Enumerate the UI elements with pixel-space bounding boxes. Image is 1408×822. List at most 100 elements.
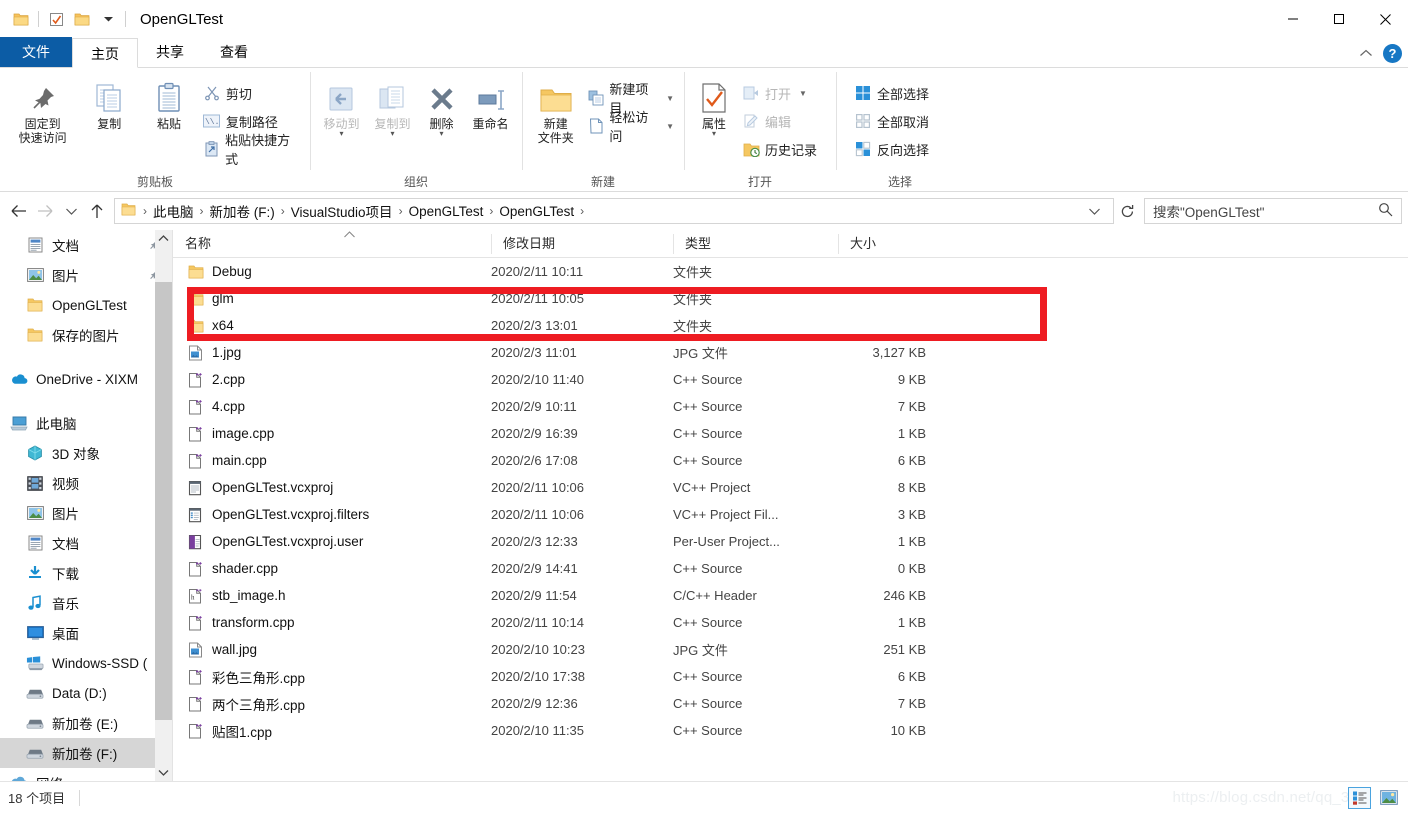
file-name-cell[interactable]: transform.cpp [173, 614, 491, 631]
refresh-button[interactable] [1114, 198, 1140, 224]
sidebar-item-5[interactable]: OneDrive - XIXM [0, 364, 172, 394]
properties-chevron-down-icon[interactable]: ▾ [712, 130, 716, 138]
copy-to-button[interactable]: 复制到 ▾ [367, 74, 418, 138]
table-row[interactable]: transform.cpp 2020/2/11 10:14 C++ Source 1 … [173, 609, 1408, 636]
sidebar-item-2[interactable]: OpenGLTest [0, 290, 172, 320]
column-header-date[interactable]: 修改日期 [491, 230, 673, 258]
minimize-button[interactable] [1270, 0, 1316, 38]
table-row[interactable]: Debug 2020/2/11 10:11 文件夹 [173, 258, 1408, 285]
thumbnails-view-button[interactable] [1377, 787, 1400, 809]
file-name-cell[interactable]: OpenGLTest.vcxproj [173, 479, 491, 496]
table-row[interactable]: 4.cpp 2020/2/9 10:11 C++ Source 7 KB [173, 393, 1408, 420]
navigation-pane[interactable]: 文档 图片 OpenGLTest 保存的图片 OneDrive - XIXM 此电脑 3D … [0, 230, 172, 781]
table-row[interactable]: 贴图1.cpp 2020/2/10 11:35 C++ Source 10 KB [173, 717, 1408, 744]
table-row[interactable]: OpenGLTest.vcxproj 2020/2/11 10:06 VC++ Pr… [173, 474, 1408, 501]
table-row[interactable]: shader.cpp 2020/2/9 14:41 C++ Source 0 KB [173, 555, 1408, 582]
table-row[interactable]: OpenGLTest.vcxproj.filters 2020/2/11 10:0… [173, 501, 1408, 528]
file-name-cell[interactable]: 彩色三角形.cpp [173, 667, 491, 687]
navigation-scrollbar[interactable] [155, 230, 172, 781]
select-none-button[interactable]: 全部取消 [850, 107, 933, 135]
file-name-cell[interactable]: h stb_image.h [173, 587, 491, 604]
sidebar-item-17[interactable]: 新加卷 (E:) [0, 708, 172, 738]
copy-button[interactable]: 复制 [79, 74, 139, 131]
sidebar-item-13[interactable]: 音乐 [0, 588, 172, 618]
table-row[interactable]: h stb_image.h 2020/2/9 11:54 C/C++ Header 24… [173, 582, 1408, 609]
table-row[interactable]: 彩色三角形.cpp 2020/2/10 17:38 C++ Source 6 KB [173, 663, 1408, 690]
file-name-cell[interactable]: shader.cpp [173, 560, 491, 577]
open-chevron-down-icon[interactable]: ▼ [799, 89, 807, 98]
pin-to-quick-access-button[interactable]: 固定到 快速访问 [6, 74, 79, 145]
move-to-button[interactable]: 移动到 ▾ [316, 74, 367, 138]
open-button[interactable]: 打开 ▼ [738, 79, 821, 107]
sidebar-item-3[interactable]: 保存的图片 [0, 320, 172, 350]
maximize-button[interactable] [1316, 0, 1362, 38]
table-row[interactable]: OpenGLTest.vcxproj.user 2020/2/3 12:33 Per… [173, 528, 1408, 555]
history-button[interactable]: 历史记录 [738, 135, 821, 163]
sidebar-item-10[interactable]: 图片 [0, 498, 172, 528]
close-button[interactable] [1362, 0, 1408, 38]
scroll-up-chevron-up-icon[interactable] [155, 230, 172, 247]
breadcrumb-item-3[interactable]: OpenGLTest [406, 204, 487, 219]
sidebar-item-0[interactable]: 文档 [0, 230, 172, 260]
sidebar-item-16[interactable]: Data (D:) [0, 678, 172, 708]
sidebar-item-12[interactable]: 下载 [0, 558, 172, 588]
tab-view[interactable]: 查看 [202, 37, 266, 67]
file-name-cell[interactable]: wall.jpg [173, 641, 491, 658]
delete-chevron-down-icon[interactable]: ▾ [439, 130, 443, 138]
table-row[interactable]: 1.jpg 2020/2/3 11:01 JPG 文件 3,127 KB [173, 339, 1408, 366]
sidebar-item-11[interactable]: 文档 [0, 528, 172, 558]
recent-locations-chevron-down-icon[interactable] [58, 198, 84, 224]
sidebar-item-9[interactable]: 视频 [0, 468, 172, 498]
search-input[interactable]: 搜索"OpenGLTest" [1144, 198, 1402, 224]
paste-shortcut-button[interactable]: 粘贴快捷方式 [199, 133, 304, 167]
sidebar-item-14[interactable]: 桌面 [0, 618, 172, 648]
cut-button[interactable]: 剪切 [199, 79, 304, 107]
file-name-cell[interactable]: 4.cpp [173, 398, 491, 415]
properties-checkbox-icon[interactable] [43, 6, 69, 32]
rename-button[interactable]: 重命名 [465, 74, 516, 131]
tab-home[interactable]: 主页 [72, 38, 138, 68]
easy-access-button[interactable]: 轻松访问 ▼ [583, 110, 678, 144]
file-name-cell[interactable]: OpenGLTest.vcxproj.user [173, 533, 491, 550]
column-header-size[interactable]: 大小 [838, 230, 938, 258]
search-icon[interactable] [1378, 202, 1393, 220]
delete-button[interactable]: 删除 ▾ [418, 74, 465, 138]
file-name-cell[interactable]: x64 [173, 317, 491, 334]
scroll-down-chevron-down-icon[interactable] [155, 764, 172, 781]
table-row[interactable]: image.cpp 2020/2/9 16:39 C++ Source 1 KB [173, 420, 1408, 447]
system-menu-folder-icon[interactable] [8, 6, 34, 32]
navigation-scroll-thumb[interactable] [155, 282, 172, 720]
sidebar-item-19[interactable]: 网络 [0, 768, 172, 781]
new-folder-button[interactable]: 新建 文件夹 [528, 74, 583, 145]
table-row[interactable]: glm 2020/2/11 10:05 文件夹 [173, 285, 1408, 312]
file-name-cell[interactable]: 1.jpg [173, 344, 491, 361]
breadcrumb-item-4[interactable]: OpenGLTest [496, 204, 577, 219]
address-dropdown-chevron-down-icon[interactable] [1080, 204, 1109, 219]
file-name-cell[interactable]: Debug [173, 263, 491, 280]
breadcrumb-item-0[interactable]: 此电脑 [150, 201, 197, 221]
file-name-cell[interactable]: main.cpp [173, 452, 491, 469]
breadcrumb[interactable]: › 此电脑 › 新加卷 (F:) › VisualStudio项目 › Open… [114, 198, 1114, 224]
ribbon-collapse-chevron-up-icon[interactable] [1359, 46, 1373, 61]
table-row[interactable]: 两个三角形.cpp 2020/2/9 12:36 C++ Source 7 KB [173, 690, 1408, 717]
details-view-button[interactable] [1348, 786, 1371, 809]
file-name-cell[interactable]: 两个三角形.cpp [173, 694, 491, 714]
copy-to-chevron-down-icon[interactable]: ▾ [390, 130, 394, 138]
easy-access-chevron-down-icon[interactable]: ▼ [666, 122, 674, 131]
file-list-pane[interactable]: 名称 修改日期 类型 大小 Debug 2020/2/11 10:11 文件夹 glm… [173, 230, 1408, 781]
paste-button[interactable]: 粘贴 [139, 74, 199, 131]
new-folder-icon[interactable] [69, 6, 95, 32]
file-name-cell[interactable]: OpenGLTest.vcxproj.filters [173, 506, 491, 523]
table-row[interactable]: main.cpp 2020/2/6 17:08 C++ Source 6 KB [173, 447, 1408, 474]
file-name-cell[interactable]: glm [173, 290, 491, 307]
column-header-name[interactable]: 名称 [173, 230, 491, 258]
forward-button[interactable] [32, 198, 58, 224]
table-row[interactable]: wall.jpg 2020/2/10 10:23 JPG 文件 251 KB [173, 636, 1408, 663]
sidebar-item-7[interactable]: 此电脑 [0, 408, 172, 438]
sidebar-item-18[interactable]: 新加卷 (F:) [0, 738, 172, 768]
sidebar-item-8[interactable]: 3D 对象 [0, 438, 172, 468]
sidebar-item-1[interactable]: 图片 [0, 260, 172, 290]
breadcrumb-item-1[interactable]: 新加卷 (F:) [207, 201, 278, 221]
file-name-cell[interactable]: 2.cpp [173, 371, 491, 388]
move-to-chevron-down-icon[interactable]: ▾ [339, 130, 343, 138]
